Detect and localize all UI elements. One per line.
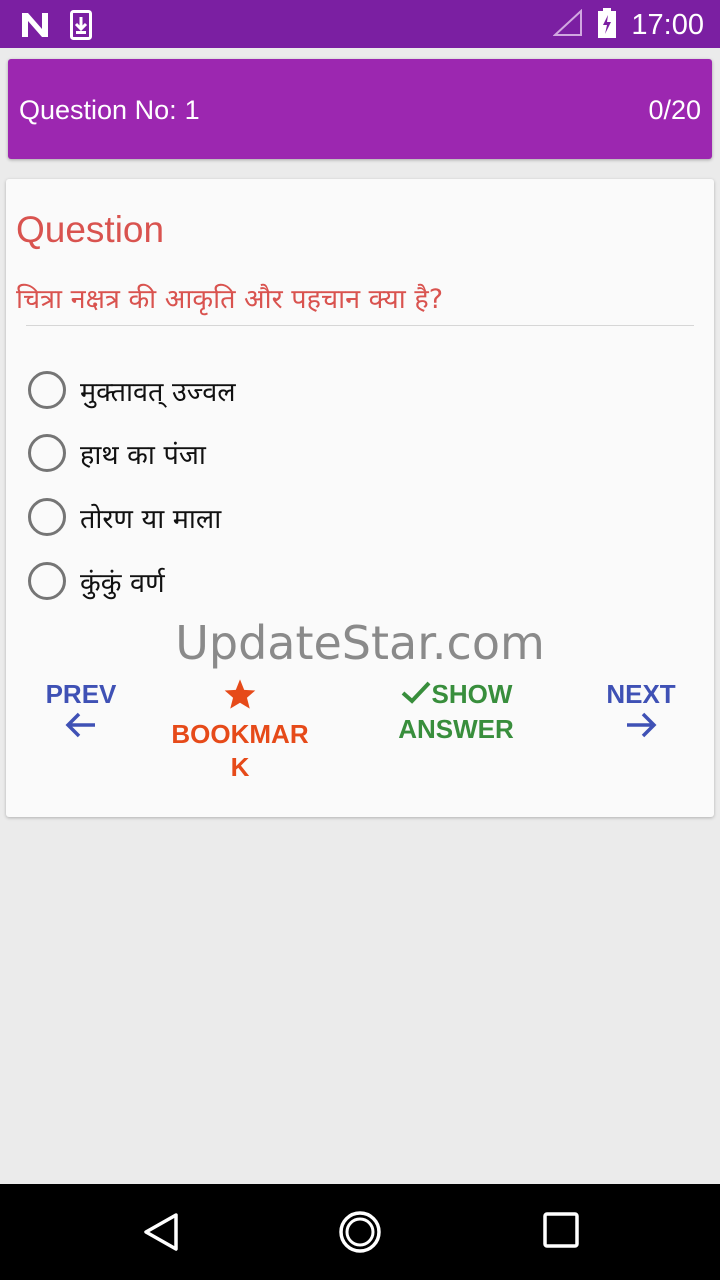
show-answer-line1: SHOW [431, 679, 513, 709]
option-label: मुक्तावत् उज्वल [80, 376, 236, 408]
question-header: Question No: 1 0/20 [8, 59, 712, 159]
option-4[interactable]: कुंकुं वर्ण [28, 561, 165, 601]
show-answer-line2: ANSWER [398, 714, 514, 745]
bookmark-label-line1: BOOKMAR [171, 719, 309, 749]
option-3[interactable]: तोरण या माला [28, 497, 221, 537]
bookmark-button[interactable]: BOOKMAR K [166, 678, 314, 784]
option-1[interactable]: मुक्तावत् उज्वल [28, 370, 236, 410]
prev-label: PREV [45, 679, 117, 709]
divider [26, 325, 694, 326]
bookmark-label-line2: K [230, 752, 250, 782]
next-button[interactable]: NEXT [596, 678, 686, 747]
option-label: कुंकुं वर्ण [80, 567, 165, 599]
prev-button[interactable]: PREV [36, 678, 126, 747]
signal-icon [552, 8, 583, 41]
option-2[interactable]: हाथ का पंजा [28, 433, 206, 473]
question-label-text: Question No: [19, 95, 177, 125]
question-number: 1 [184, 95, 200, 125]
home-icon[interactable] [338, 1210, 382, 1258]
battery-charging-icon [597, 8, 617, 42]
star-icon [223, 678, 257, 718]
clock: 17:00 [631, 9, 704, 41]
progress-counter: 0/20 [648, 95, 701, 125]
radio-button[interactable] [28, 434, 66, 472]
show-answer-button[interactable]: SHOW ANSWER [391, 678, 521, 746]
radio-button[interactable] [28, 371, 66, 409]
arrow-left-icon [65, 711, 97, 747]
arrow-right-icon [625, 711, 657, 747]
notification-n-icon [20, 11, 50, 43]
check-icon [400, 679, 432, 713]
option-label: हाथ का पंजा [80, 439, 206, 471]
question-card: Question चित्रा नक्षत्र की आकृति और पहचा… [6, 179, 714, 817]
watermark: UpdateStar.com [175, 616, 545, 670]
radio-button[interactable] [28, 498, 66, 536]
question-text: चित्रा नक्षत्र की आकृति और पहचान क्या है… [16, 284, 444, 315]
recents-icon[interactable] [543, 1212, 579, 1252]
question-number-label: Question No: 1 [19, 95, 200, 126]
status-bar: 17:00 [0, 0, 720, 48]
card-title: Question [16, 209, 165, 250]
next-label: NEXT [606, 679, 676, 709]
back-icon[interactable] [142, 1212, 180, 1256]
system-nav-bar [0, 1184, 720, 1280]
download-icon [70, 10, 92, 44]
radio-button[interactable] [28, 562, 66, 600]
option-label: तोरण या माला [80, 503, 222, 535]
